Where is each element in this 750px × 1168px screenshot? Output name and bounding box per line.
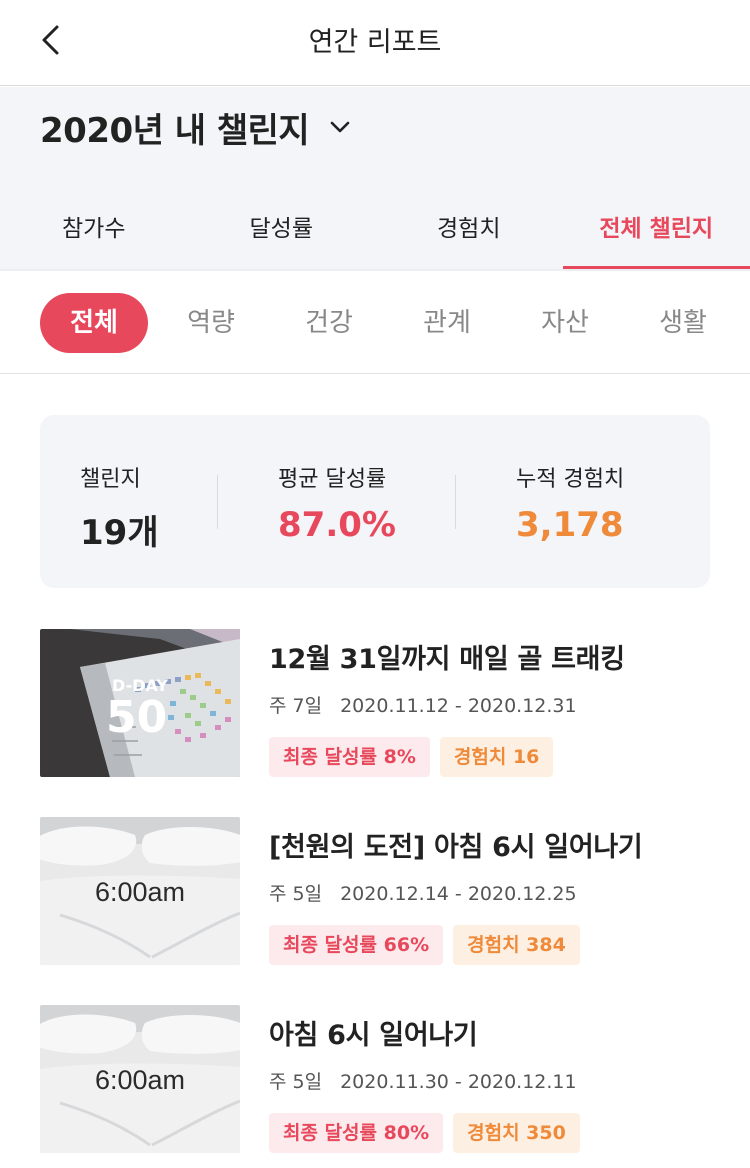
- category-chip-all[interactable]: 전체: [40, 293, 148, 353]
- tab-achievement-rate[interactable]: 달성률: [188, 207, 376, 269]
- challenge-thumbnail: 6:00am: [40, 817, 240, 965]
- category-chip-relationship[interactable]: 관계: [404, 293, 490, 353]
- summary-total-exp-value: 3,178: [516, 505, 624, 545]
- report-tabs: 참가수 달성률 경험치 전체 챌린지: [0, 207, 750, 270]
- top-bar: 연간 리포트: [0, 0, 750, 86]
- summary-challenges-label: 챌린지: [80, 467, 141, 492]
- challenge-dates: 2020.11.30 - 2020.12.11: [340, 1071, 577, 1093]
- thumbnail-time-text: 6:00am: [95, 1065, 185, 1095]
- challenge-thumbnail: 6:00am: [40, 1005, 240, 1153]
- summary-challenges: 챌린지 19개: [80, 461, 159, 554]
- final-rate-badge: 최종 달성률 80%: [269, 1113, 444, 1153]
- category-chip-life[interactable]: 생활: [640, 293, 726, 353]
- category-chip-health[interactable]: 건강: [286, 293, 372, 353]
- tab-experience[interactable]: 경험치: [375, 207, 563, 269]
- challenge-item[interactable]: D-DAY 50 12월 31일까지 매일 골 트래킹 주 7일 2020.11.…: [40, 629, 710, 779]
- summary-total-exp: 누적 경험치 3,178: [516, 461, 624, 545]
- page-title: 연간 리포트: [308, 27, 442, 58]
- report-header: 2020년 내 챌린지 참가수 달성률 경험치 전체 챌린지: [0, 87, 750, 270]
- year-title: 2020년 내 챌린지: [40, 110, 310, 151]
- summary-challenges-value: 19개: [80, 513, 159, 553]
- challenge-period: 주 5일 2020.11.30 - 2020.12.11: [269, 1067, 577, 1094]
- summary-divider: [217, 475, 218, 529]
- app-screen: 연간 리포트 2020년 내 챌린지 참가수 달성률 경험치 전체 챌린지 전체…: [0, 0, 750, 1168]
- challenge-item[interactable]: 6:00am 아침 6시 일어나기 주 5일 2020.11.30 - 2020.…: [40, 1005, 710, 1155]
- challenge-frequency: 주 5일: [269, 883, 323, 905]
- experience-badge: 경험치 384: [453, 925, 580, 965]
- summary-divider: [455, 475, 456, 529]
- summary-avg-rate-value: 87.0%: [278, 505, 396, 545]
- challenge-period: 주 5일 2020.12.14 - 2020.12.25: [269, 879, 577, 906]
- challenge-title: 아침 6시 일어나기: [269, 1020, 478, 1051]
- challenge-frequency: 주 5일: [269, 1071, 323, 1093]
- challenge-title: 12월 31일까지 매일 골 트래킹: [269, 644, 625, 675]
- category-chip-asset[interactable]: 자산: [522, 293, 608, 353]
- challenge-thumbnail: D-DAY 50: [40, 629, 240, 777]
- challenge-period: 주 7일 2020.11.12 - 2020.12.31: [269, 691, 577, 718]
- category-chip-competency[interactable]: 역량: [168, 293, 254, 353]
- tab-all-challenges[interactable]: 전체 챌린지: [562, 207, 750, 270]
- final-rate-badge: 최종 달성률 8%: [269, 737, 430, 777]
- chevron-down-icon: [327, 114, 353, 140]
- summary-avg-rate-label: 평균 달성률: [278, 467, 387, 492]
- summary-avg-rate: 평균 달성률 87.0%: [278, 461, 396, 545]
- challenge-dates: 2020.12.14 - 2020.12.25: [340, 883, 577, 905]
- challenge-tags: 최종 달성률 8% 경험치 16: [269, 737, 563, 777]
- challenge-title: [천원의 도전] 아침 6시 일어나기: [269, 832, 643, 863]
- challenge-item[interactable]: 6:00am [천원의 도전] 아침 6시 일어나기 주 5일 2020.12.1…: [40, 817, 710, 967]
- final-rate-badge: 최종 달성률 66%: [269, 925, 444, 965]
- challenge-frequency: 주 7일: [269, 695, 323, 717]
- experience-badge: 경험치 16: [439, 737, 554, 777]
- thumbnail-dday-number: 50: [106, 692, 167, 743]
- tab-participation[interactable]: 참가수: [0, 207, 188, 269]
- challenge-tags: 최종 달성률 66% 경험치 384: [269, 925, 590, 965]
- category-filter: 전체 역량 건강 관계 자산 생활: [0, 271, 750, 374]
- summary-card: 챌린지 19개 평균 달성률 87.0% 누적 경험치 3,178: [40, 415, 710, 588]
- summary-total-exp-label: 누적 경험치: [516, 467, 625, 492]
- year-selector[interactable]: 2020년 내 챌린지: [40, 107, 353, 151]
- challenge-dates: 2020.11.12 - 2020.12.31: [340, 695, 577, 717]
- experience-badge: 경험치 350: [453, 1113, 580, 1153]
- challenge-tags: 최종 달성률 80% 경험치 350: [269, 1113, 590, 1153]
- thumbnail-time-text: 6:00am: [95, 877, 185, 907]
